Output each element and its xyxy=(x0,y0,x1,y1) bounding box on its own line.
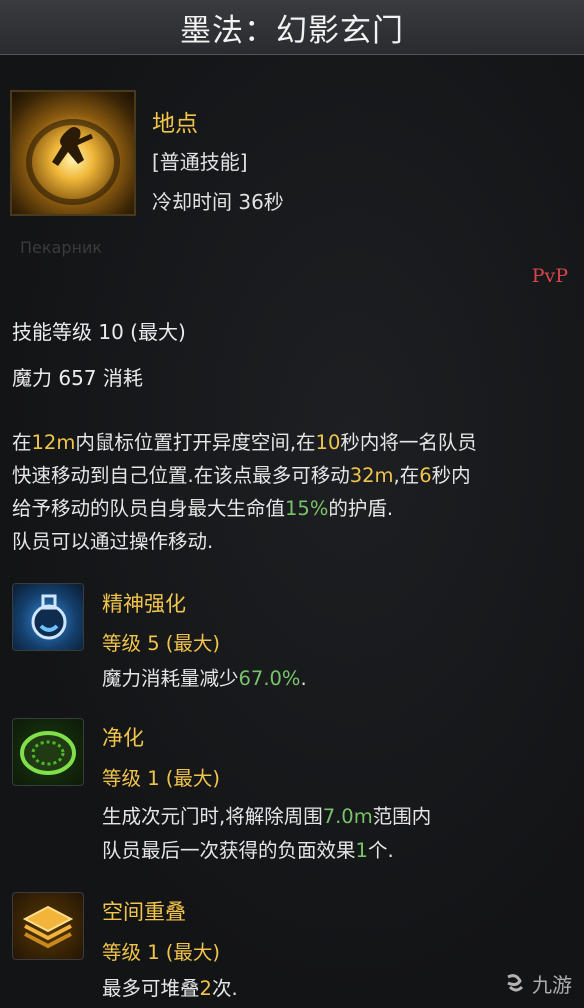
tripod-name: 空间重叠 xyxy=(102,900,186,924)
skill-name: 地点 xyxy=(152,111,198,137)
tripod-level: 等级 1 (最大) xyxy=(102,767,221,790)
tripod-description: 魔力消耗量减少67.0%. xyxy=(102,667,307,690)
purify-ring-icon xyxy=(12,718,84,786)
tripod-description: 生成次元门时,将解除周围7.0m范围内 队员最后一次获得的负面效果1个. xyxy=(102,805,432,862)
tripod-level: 等级 1 (最大) xyxy=(102,941,221,964)
skill-description: 在12m内鼠标位置打开异度空间,在10秒内将一名队员 快速移动到自己位置.在该点… xyxy=(12,426,582,558)
stacked-layers-icon xyxy=(12,892,84,960)
mana-cost: 魔力 657 消耗 xyxy=(12,366,143,390)
skill-icon xyxy=(10,90,136,216)
potion-icon xyxy=(12,583,84,651)
pvp-badge: PvP xyxy=(531,265,568,287)
tripod-level: 等级 5 (最大) xyxy=(102,632,221,655)
mage-figure-icon xyxy=(26,119,120,205)
description-line: 在12m内鼠标位置打开异度空间,在10秒内将一名队员 xyxy=(12,431,477,454)
description-line: 给予移动的队员自身最大生命值15%的护盾. xyxy=(12,497,394,520)
tripod-name: 精神强化 xyxy=(102,592,186,616)
watermark-text: 九游 xyxy=(532,973,572,997)
description-line: 队员可以通过操作移动. xyxy=(12,530,214,553)
skill-type: [普通技能] xyxy=(152,150,248,174)
faded-background-text: Пекарник xyxy=(20,238,103,257)
skill-level: 技能等级 10 (最大) xyxy=(12,320,186,344)
site-watermark: 九游 xyxy=(502,969,572,998)
tripod-name: 净化 xyxy=(102,726,144,750)
skill-title: 墨法：幻影玄门 xyxy=(180,12,404,49)
skill-cooldown: 冷却时间 36秒 xyxy=(152,190,284,214)
description-line: 快速移动到自己位置.在该点最多可移动32m,在6秒内 xyxy=(12,464,471,487)
tooltip-title-bar: 墨法：幻影玄门 xyxy=(0,0,584,55)
watermark-logo-icon xyxy=(507,973,524,991)
